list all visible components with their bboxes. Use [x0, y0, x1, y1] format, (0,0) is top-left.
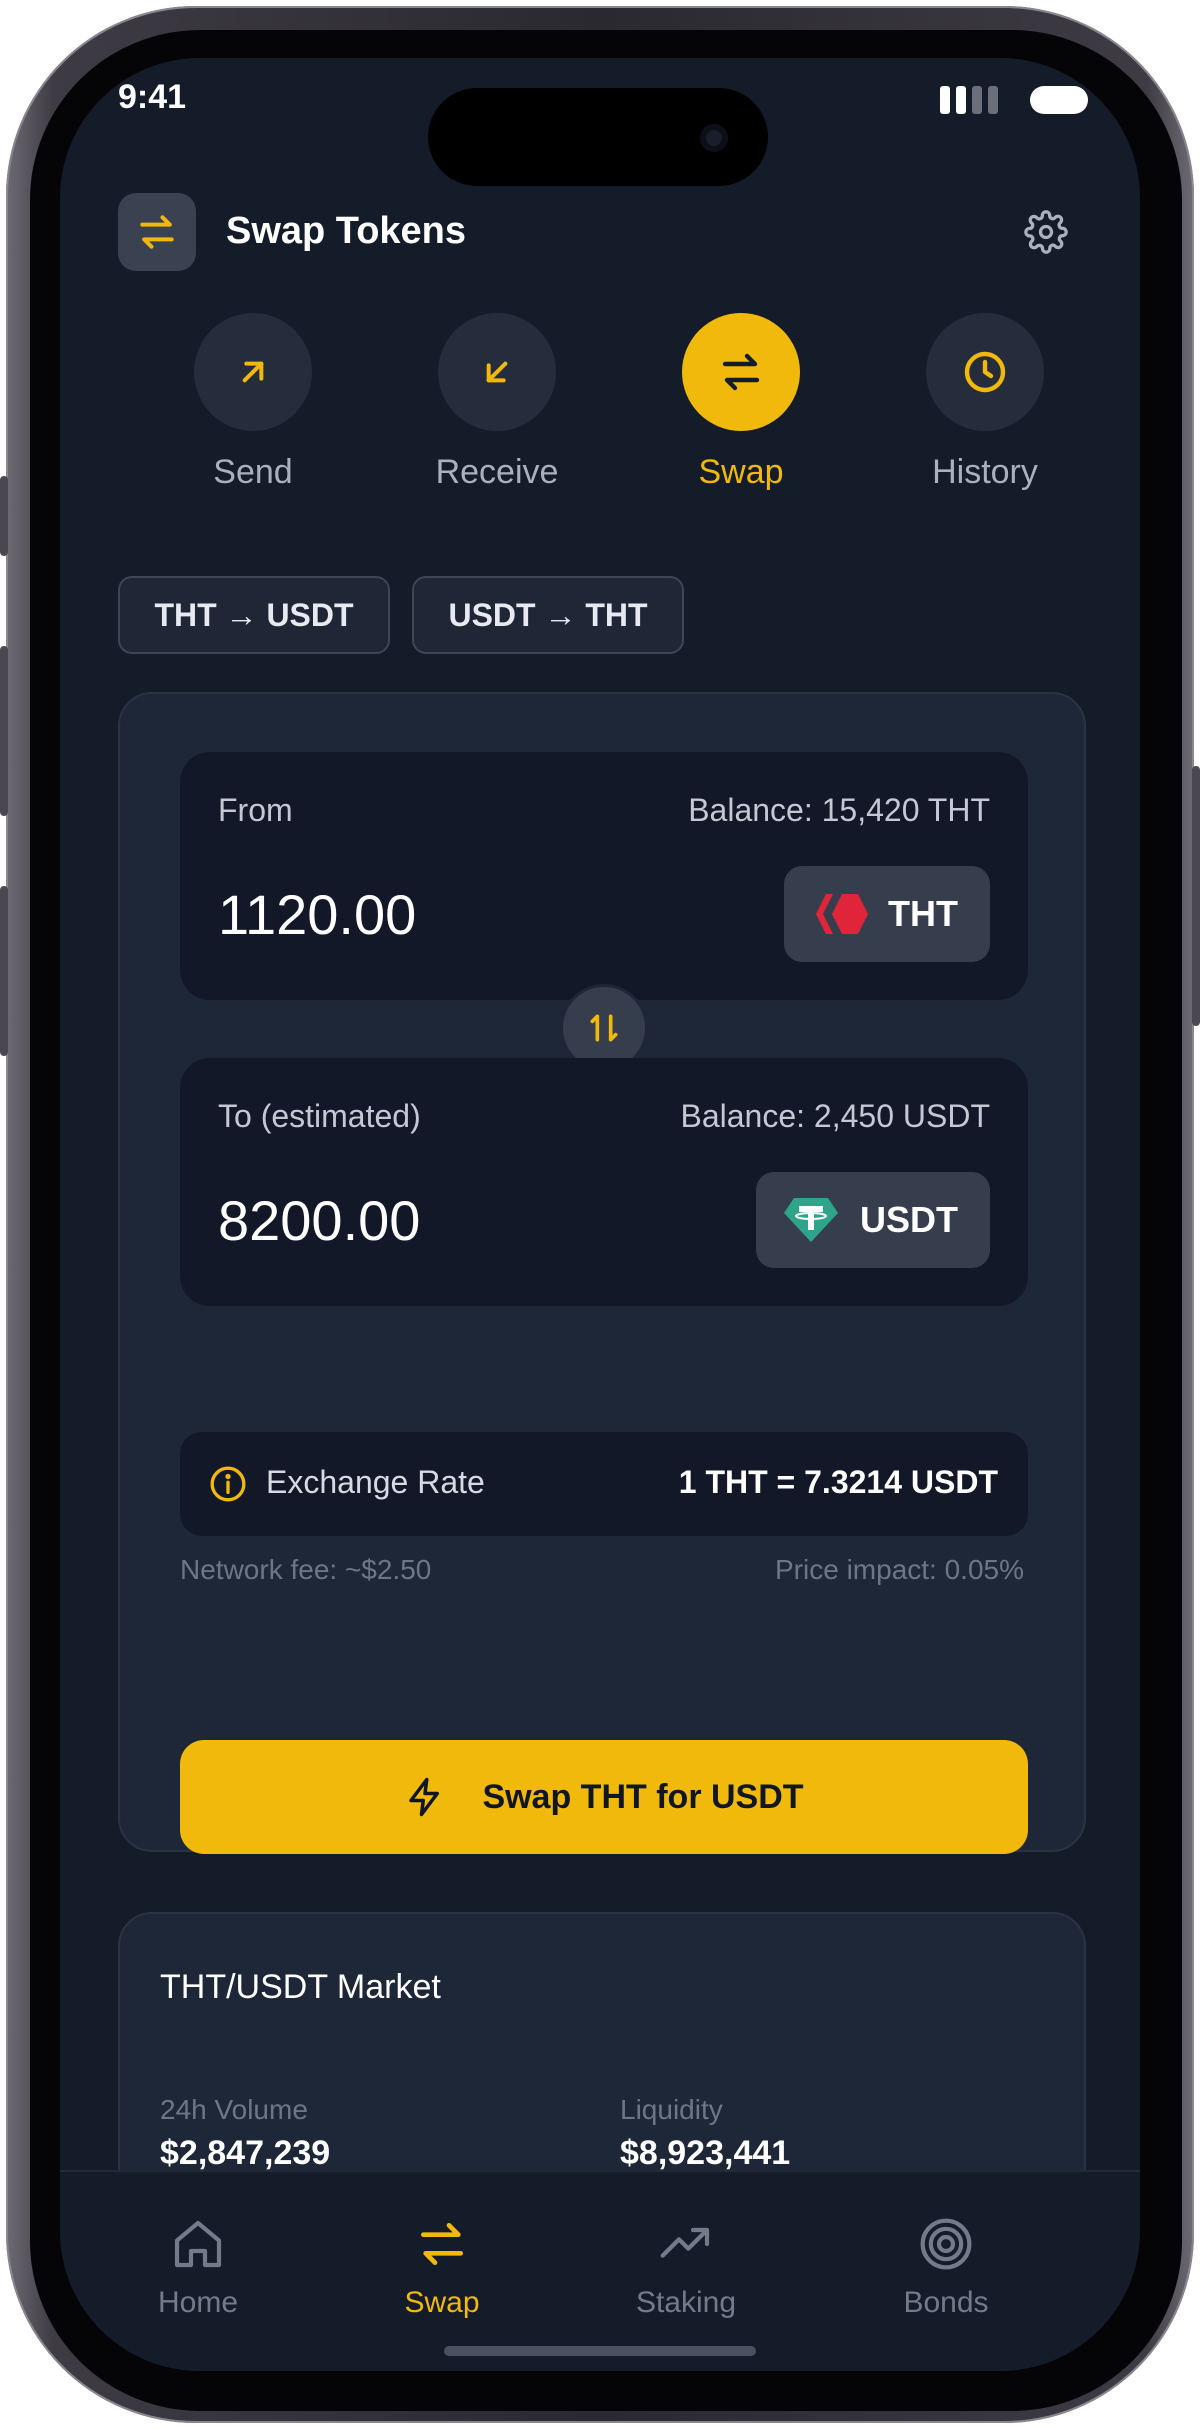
- swap-action[interactable]: Swap: [666, 313, 816, 492]
- tht-token-icon: [816, 894, 869, 934]
- receive-label: Receive: [435, 453, 559, 491]
- from-amount-input[interactable]: 1120.00: [218, 882, 416, 947]
- exchange-rate-box: Exchange Rate 1 THT = 7.3214 USDT: [180, 1432, 1028, 1536]
- send-label: Send: [213, 453, 293, 491]
- up-down-arrows-icon: [590, 1014, 618, 1042]
- mute-switch: [0, 476, 8, 556]
- nav-home-label: Home: [157, 2286, 239, 2319]
- send-action[interactable]: Send: [178, 313, 328, 492]
- price-impact: Price impact: 0.05%: [775, 1554, 1024, 1585]
- exchange-rate-label: Exchange Rate: [266, 1464, 485, 1500]
- battery-icon: [1030, 86, 1088, 114]
- usdt-token-icon: [784, 1198, 838, 1242]
- market-title: THT/USDT Market: [160, 1968, 441, 2006]
- power-button: [1192, 766, 1200, 1026]
- bottom-nav: Home Swap Staking Bonds: [60, 2170, 1140, 2371]
- from-token-selector[interactable]: THT: [784, 866, 990, 962]
- from-token-symbol: THT: [888, 893, 958, 934]
- volume-value: $2,847,239: [160, 2134, 331, 2172]
- status-time: 9:41: [118, 78, 187, 116]
- gear-icon[interactable]: [1024, 210, 1068, 254]
- nav-bonds[interactable]: Bonds: [866, 2216, 1026, 2320]
- arrow-up-right-icon: [194, 313, 312, 431]
- to-panel: To (estimated) Balance: 2,450 USDT 8200.…: [180, 1058, 1028, 1306]
- dynamic-island: [428, 88, 768, 186]
- info-icon: [210, 1466, 246, 1502]
- swap-label: Swap: [698, 453, 784, 491]
- volume-down-button: [0, 886, 8, 1056]
- nav-home[interactable]: Home: [118, 2216, 278, 2320]
- swap-button-label: Swap THT for USDT: [482, 1777, 804, 1816]
- swap-submit-button[interactable]: Swap THT for USDT: [180, 1740, 1028, 1854]
- to-balance: Balance: 2,450 USDT: [680, 1098, 991, 1134]
- nav-swap-label: Swap: [404, 2286, 480, 2319]
- from-label: From: [218, 792, 293, 828]
- from-balance: Balance: 15,420 THT: [688, 792, 990, 828]
- network-fee: Network fee: ~$2.50: [180, 1554, 432, 1585]
- target-icon: [920, 2218, 972, 2270]
- pair-chip-usdt-tht[interactable]: USDT → THT: [412, 576, 684, 654]
- to-label: To (estimated): [218, 1098, 421, 1134]
- nav-swap[interactable]: Swap: [362, 2216, 522, 2320]
- home-icon: [174, 2220, 222, 2268]
- nav-bonds-label: Bonds: [903, 2286, 989, 2319]
- history-label: History: [932, 453, 1038, 491]
- volume-label: 24h Volume: [160, 2094, 308, 2125]
- liquidity-value: $8,923,441: [620, 2134, 791, 2172]
- liquidity-stat: Liquidity $8,923,441: [620, 2094, 790, 2173]
- home-indicator: [444, 2346, 756, 2356]
- to-amount: 8200.00: [218, 1189, 421, 1252]
- history-action[interactable]: History: [910, 313, 1060, 492]
- volume-up-button: [0, 646, 8, 816]
- swap-arrows-icon: [682, 313, 800, 431]
- exchange-rate-value: 1 THT = 7.3214 USDT: [678, 1464, 998, 1500]
- arrow-down-left-icon: [438, 313, 556, 431]
- receive-action[interactable]: Receive: [422, 313, 572, 492]
- from-panel: From Balance: 15,420 THT 1120.00 THT: [180, 752, 1028, 1000]
- nav-staking[interactable]: Staking: [606, 2216, 766, 2320]
- swap-arrows-icon: [421, 2223, 463, 2265]
- lightning-icon: [409, 1777, 440, 1817]
- clock-icon: [926, 313, 1044, 431]
- signal-icon: [940, 86, 998, 114]
- to-token-symbol: USDT: [860, 1199, 958, 1240]
- camera-icon: [700, 124, 728, 152]
- to-token-selector[interactable]: USDT: [756, 1172, 990, 1268]
- volume-stat: 24h Volume $2,847,239: [160, 2094, 330, 2173]
- trending-up-icon: [660, 2227, 710, 2258]
- swap-arrows-icon: [118, 193, 196, 271]
- liquidity-label: Liquidity: [620, 2094, 723, 2125]
- nav-staking-label: Staking: [635, 2286, 737, 2319]
- pair-chip-tht-usdt[interactable]: THT → USDT: [118, 576, 390, 654]
- screen: 9:41 Swap Tokens Send Receive Swap Histo…: [60, 58, 1140, 2371]
- swap-card: From Balance: 15,420 THT 1120.00 THT To …: [118, 692, 1086, 1854]
- page-title: Swap Tokens: [226, 210, 467, 252]
